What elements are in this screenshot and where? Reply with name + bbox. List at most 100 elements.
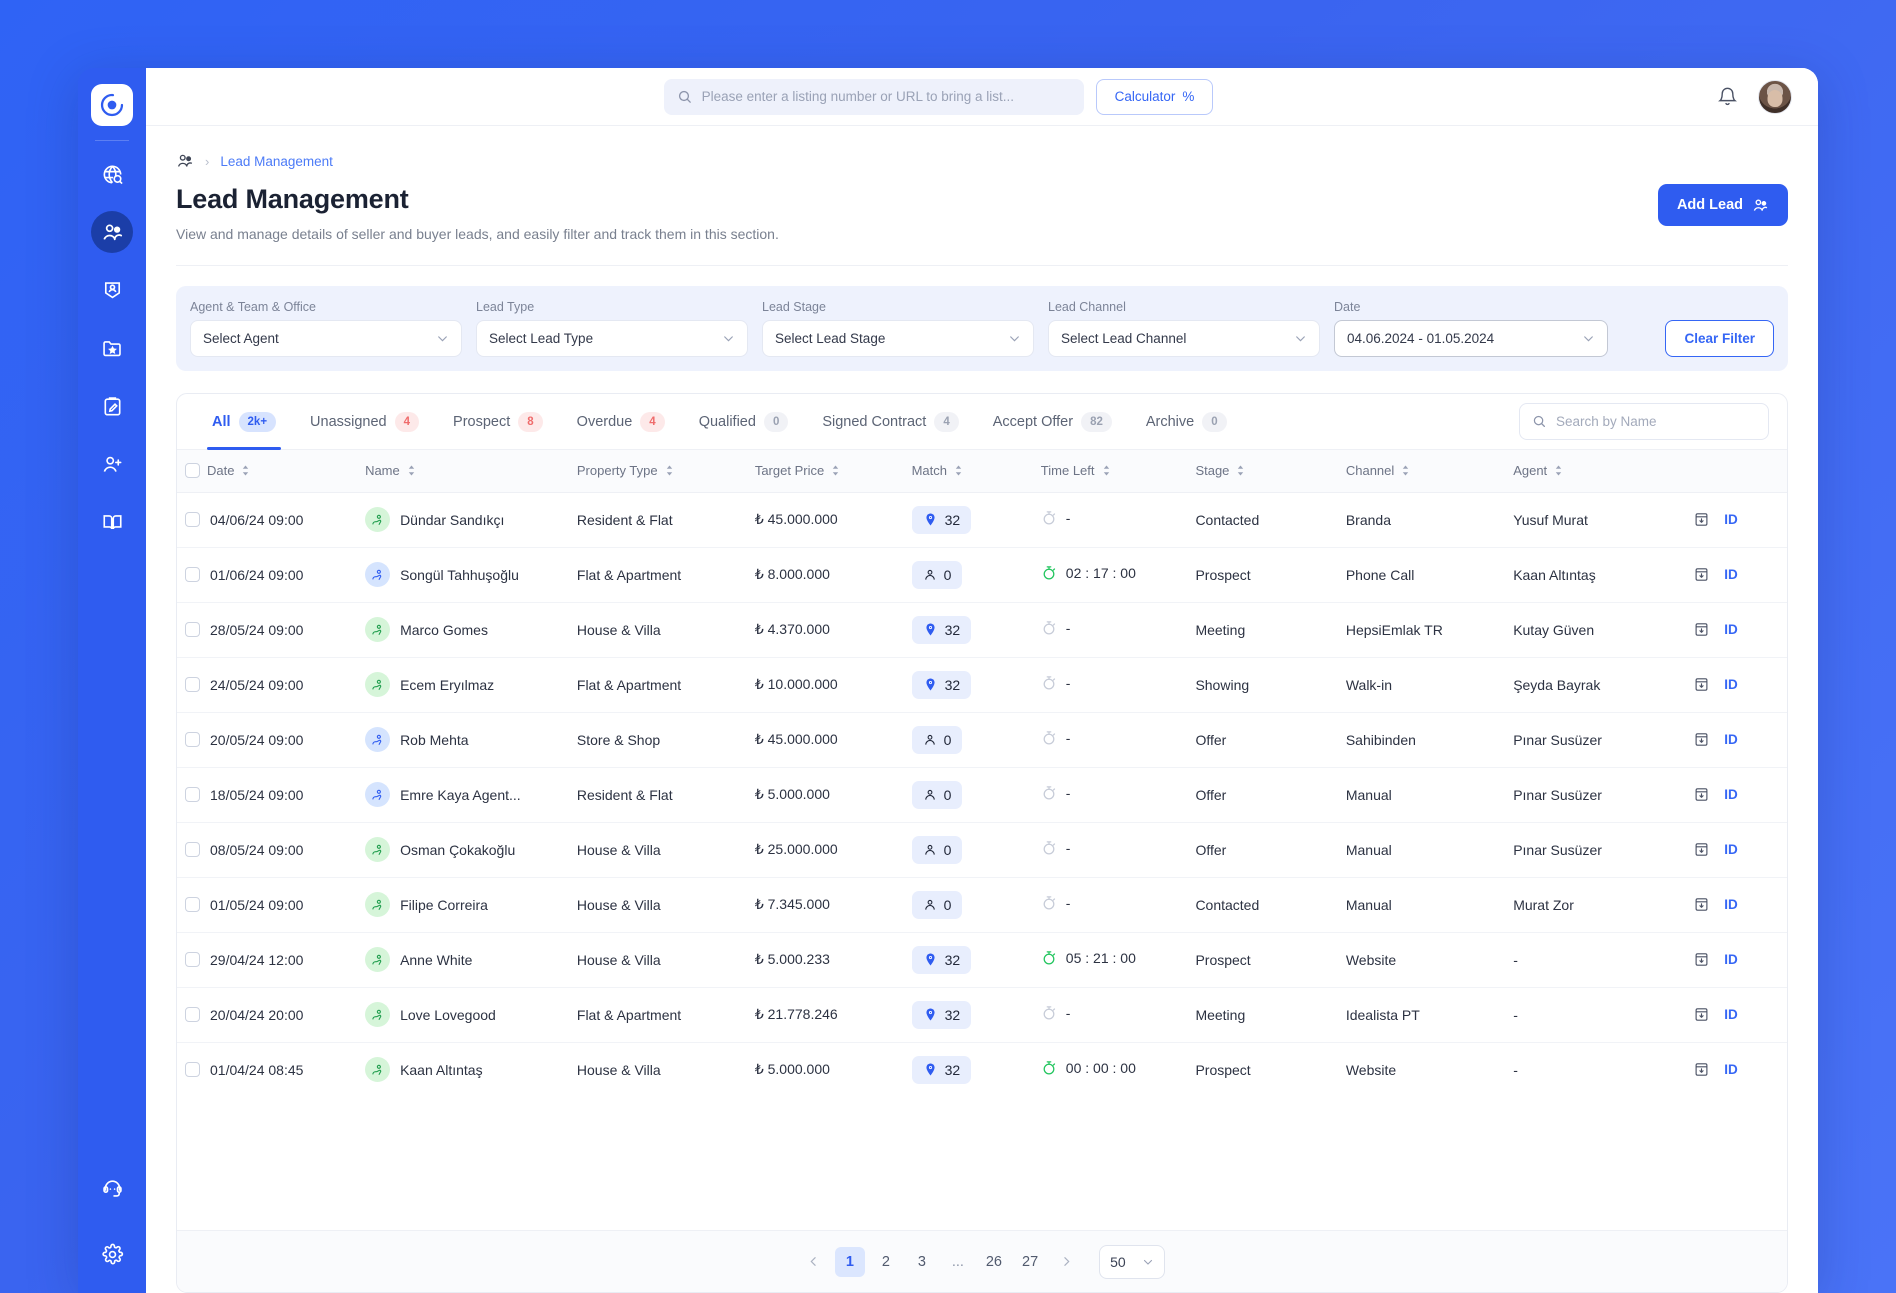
th-name[interactable]: Name: [357, 450, 569, 493]
row-checkbox[interactable]: [185, 787, 200, 802]
row-id-link[interactable]: ID: [1724, 842, 1738, 857]
th-date[interactable]: Date: [177, 450, 358, 493]
table-row[interactable]: 20/04/24 20:00 Love Lovegood Flat & Apartm…: [177, 987, 1787, 1043]
agent-select[interactable]: Select Agent: [190, 320, 462, 357]
sidebar-item-notes[interactable]: [91, 385, 133, 427]
match-badge[interactable]: 32: [911, 505, 972, 534]
row-id-link[interactable]: ID: [1724, 952, 1738, 967]
match-badge[interactable]: 0: [911, 890, 963, 919]
row-id-link[interactable]: ID: [1724, 622, 1738, 637]
tab-qualified[interactable]: Qualified 0: [682, 394, 806, 450]
row-checkbox[interactable]: [185, 1007, 200, 1022]
archive-download-icon[interactable]: [1693, 951, 1710, 968]
page-size-select[interactable]: 50: [1099, 1244, 1166, 1279]
row-checkbox[interactable]: [185, 952, 200, 967]
row-checkbox[interactable]: [185, 622, 200, 637]
archive-download-icon[interactable]: [1693, 621, 1710, 638]
match-badge[interactable]: 32: [911, 1000, 972, 1029]
bell-icon[interactable]: [1717, 86, 1738, 107]
archive-download-icon[interactable]: [1693, 676, 1710, 693]
sidebar-item-portfolio[interactable]: [91, 269, 133, 311]
name-search[interactable]: [1519, 403, 1769, 440]
match-badge[interactable]: 32: [911, 1055, 972, 1084]
table-row[interactable]: 01/04/24 08:45 Kaan Altıntaş House & Villa…: [177, 1042, 1787, 1097]
tab-unassigned[interactable]: Unassigned 4: [293, 394, 436, 450]
date-range-select[interactable]: 04.06.2024 - 01.05.2024: [1334, 320, 1608, 357]
sidebar-item-favorites[interactable]: [91, 327, 133, 369]
row-checkbox[interactable]: [185, 842, 200, 857]
archive-download-icon[interactable]: [1693, 1006, 1710, 1023]
match-badge[interactable]: 0: [911, 560, 963, 589]
archive-download-icon[interactable]: [1693, 1061, 1710, 1078]
tab-prospect[interactable]: Prospect 8: [436, 394, 560, 450]
sidebar-item-add-user[interactable]: [91, 443, 133, 485]
row-id-link[interactable]: ID: [1724, 1062, 1738, 1077]
table-row[interactable]: 08/05/24 09:00 Osman Çokakoğlu House & Vil…: [177, 822, 1787, 878]
sidebar-item-library[interactable]: [91, 501, 133, 543]
row-checkbox[interactable]: [185, 567, 200, 582]
table-row[interactable]: 04/06/24 09:00 Dündar Sandıkçı Resident & …: [177, 492, 1787, 548]
tab-signed-contract[interactable]: Signed Contract 4: [805, 394, 975, 450]
search-input[interactable]: [701, 89, 1071, 104]
sidebar-item-leads[interactable]: [91, 211, 133, 253]
archive-download-icon[interactable]: [1693, 896, 1710, 913]
table-row[interactable]: 24/05/24 09:00 Ecem Eryılmaz Flat & Apartm…: [177, 657, 1787, 713]
row-id-link[interactable]: ID: [1724, 567, 1738, 582]
th-agent[interactable]: Agent: [1505, 450, 1686, 493]
sidebar-item-discover[interactable]: [91, 153, 133, 195]
pagination-page-27[interactable]: 27: [1015, 1247, 1045, 1277]
lead-stage-select[interactable]: Select Lead Stage: [762, 320, 1034, 357]
archive-download-icon[interactable]: [1693, 841, 1710, 858]
archive-download-icon[interactable]: [1693, 511, 1710, 528]
row-checkbox[interactable]: [185, 732, 200, 747]
th-match[interactable]: Match: [903, 450, 1033, 493]
row-checkbox[interactable]: [185, 677, 200, 692]
table-row[interactable]: 29/04/24 12:00 Anne White House & Villa ₺ 5…: [177, 932, 1787, 988]
th-stage[interactable]: Stage: [1187, 450, 1338, 493]
pagination-page-2[interactable]: 2: [871, 1247, 901, 1277]
match-badge[interactable]: 0: [911, 725, 963, 754]
row-checkbox[interactable]: [185, 512, 200, 527]
archive-download-icon[interactable]: [1693, 566, 1710, 583]
row-id-link[interactable]: ID: [1724, 677, 1738, 692]
tab-overdue[interactable]: Overdue 4: [560, 394, 682, 450]
archive-download-icon[interactable]: [1693, 786, 1710, 803]
avatar[interactable]: [1758, 79, 1792, 114]
match-badge[interactable]: 32: [911, 945, 972, 974]
archive-download-icon[interactable]: [1693, 731, 1710, 748]
pagination-page-26[interactable]: 26: [979, 1247, 1009, 1277]
clear-filter-button[interactable]: Clear Filter: [1665, 320, 1774, 357]
calculator-button[interactable]: Calculator %: [1095, 78, 1214, 115]
row-checkbox[interactable]: [185, 897, 200, 912]
lead-channel-select[interactable]: Select Lead Channel: [1048, 320, 1320, 357]
match-badge[interactable]: 0: [911, 835, 963, 864]
tab-accept-offer[interactable]: Accept Offer 82: [976, 394, 1129, 450]
pagination-page-1[interactable]: 1: [834, 1246, 865, 1277]
match-badge[interactable]: 0: [911, 780, 963, 809]
table-row[interactable]: 18/05/24 09:00 Emre Kaya Agent... Resident…: [177, 767, 1787, 823]
row-id-link[interactable]: ID: [1724, 732, 1738, 747]
match-badge[interactable]: 32: [911, 670, 972, 699]
row-id-link[interactable]: ID: [1724, 897, 1738, 912]
row-checkbox[interactable]: [185, 1062, 200, 1078]
tab-all[interactable]: All 2k+: [195, 394, 293, 450]
name-search-input[interactable]: [1556, 414, 1756, 429]
th-channel[interactable]: Channel: [1337, 450, 1506, 493]
table-row[interactable]: 01/05/24 09:00 Filipe Correira House & Vil…: [177, 877, 1787, 933]
th-time-left[interactable]: Time Left: [1032, 450, 1188, 493]
table-row[interactable]: 20/05/24 09:00 Rob Mehta Store & Shop ₺ 45.…: [177, 712, 1787, 768]
breadcrumb-current[interactable]: Lead Management: [220, 154, 333, 169]
users-icon[interactable]: [176, 152, 194, 170]
sidebar-item-support[interactable]: [91, 1167, 133, 1209]
table-row[interactable]: 28/05/24 09:00 Marco Gomes House & Villa ₺ …: [177, 602, 1787, 658]
app-logo[interactable]: [91, 84, 133, 126]
lead-type-select[interactable]: Select Lead Type: [476, 320, 748, 357]
sidebar-item-settings[interactable]: [91, 1233, 133, 1275]
global-search[interactable]: [663, 78, 1084, 115]
row-id-link[interactable]: ID: [1724, 1007, 1738, 1022]
th-property-type[interactable]: Property Type: [568, 450, 747, 493]
add-lead-button[interactable]: Add Lead: [1657, 184, 1788, 226]
select-all-checkbox[interactable]: [185, 463, 200, 479]
row-id-link[interactable]: ID: [1724, 512, 1738, 527]
table-row[interactable]: 01/06/24 09:00 Songül Tahhuşoğlu Flat & Ap…: [177, 547, 1787, 603]
